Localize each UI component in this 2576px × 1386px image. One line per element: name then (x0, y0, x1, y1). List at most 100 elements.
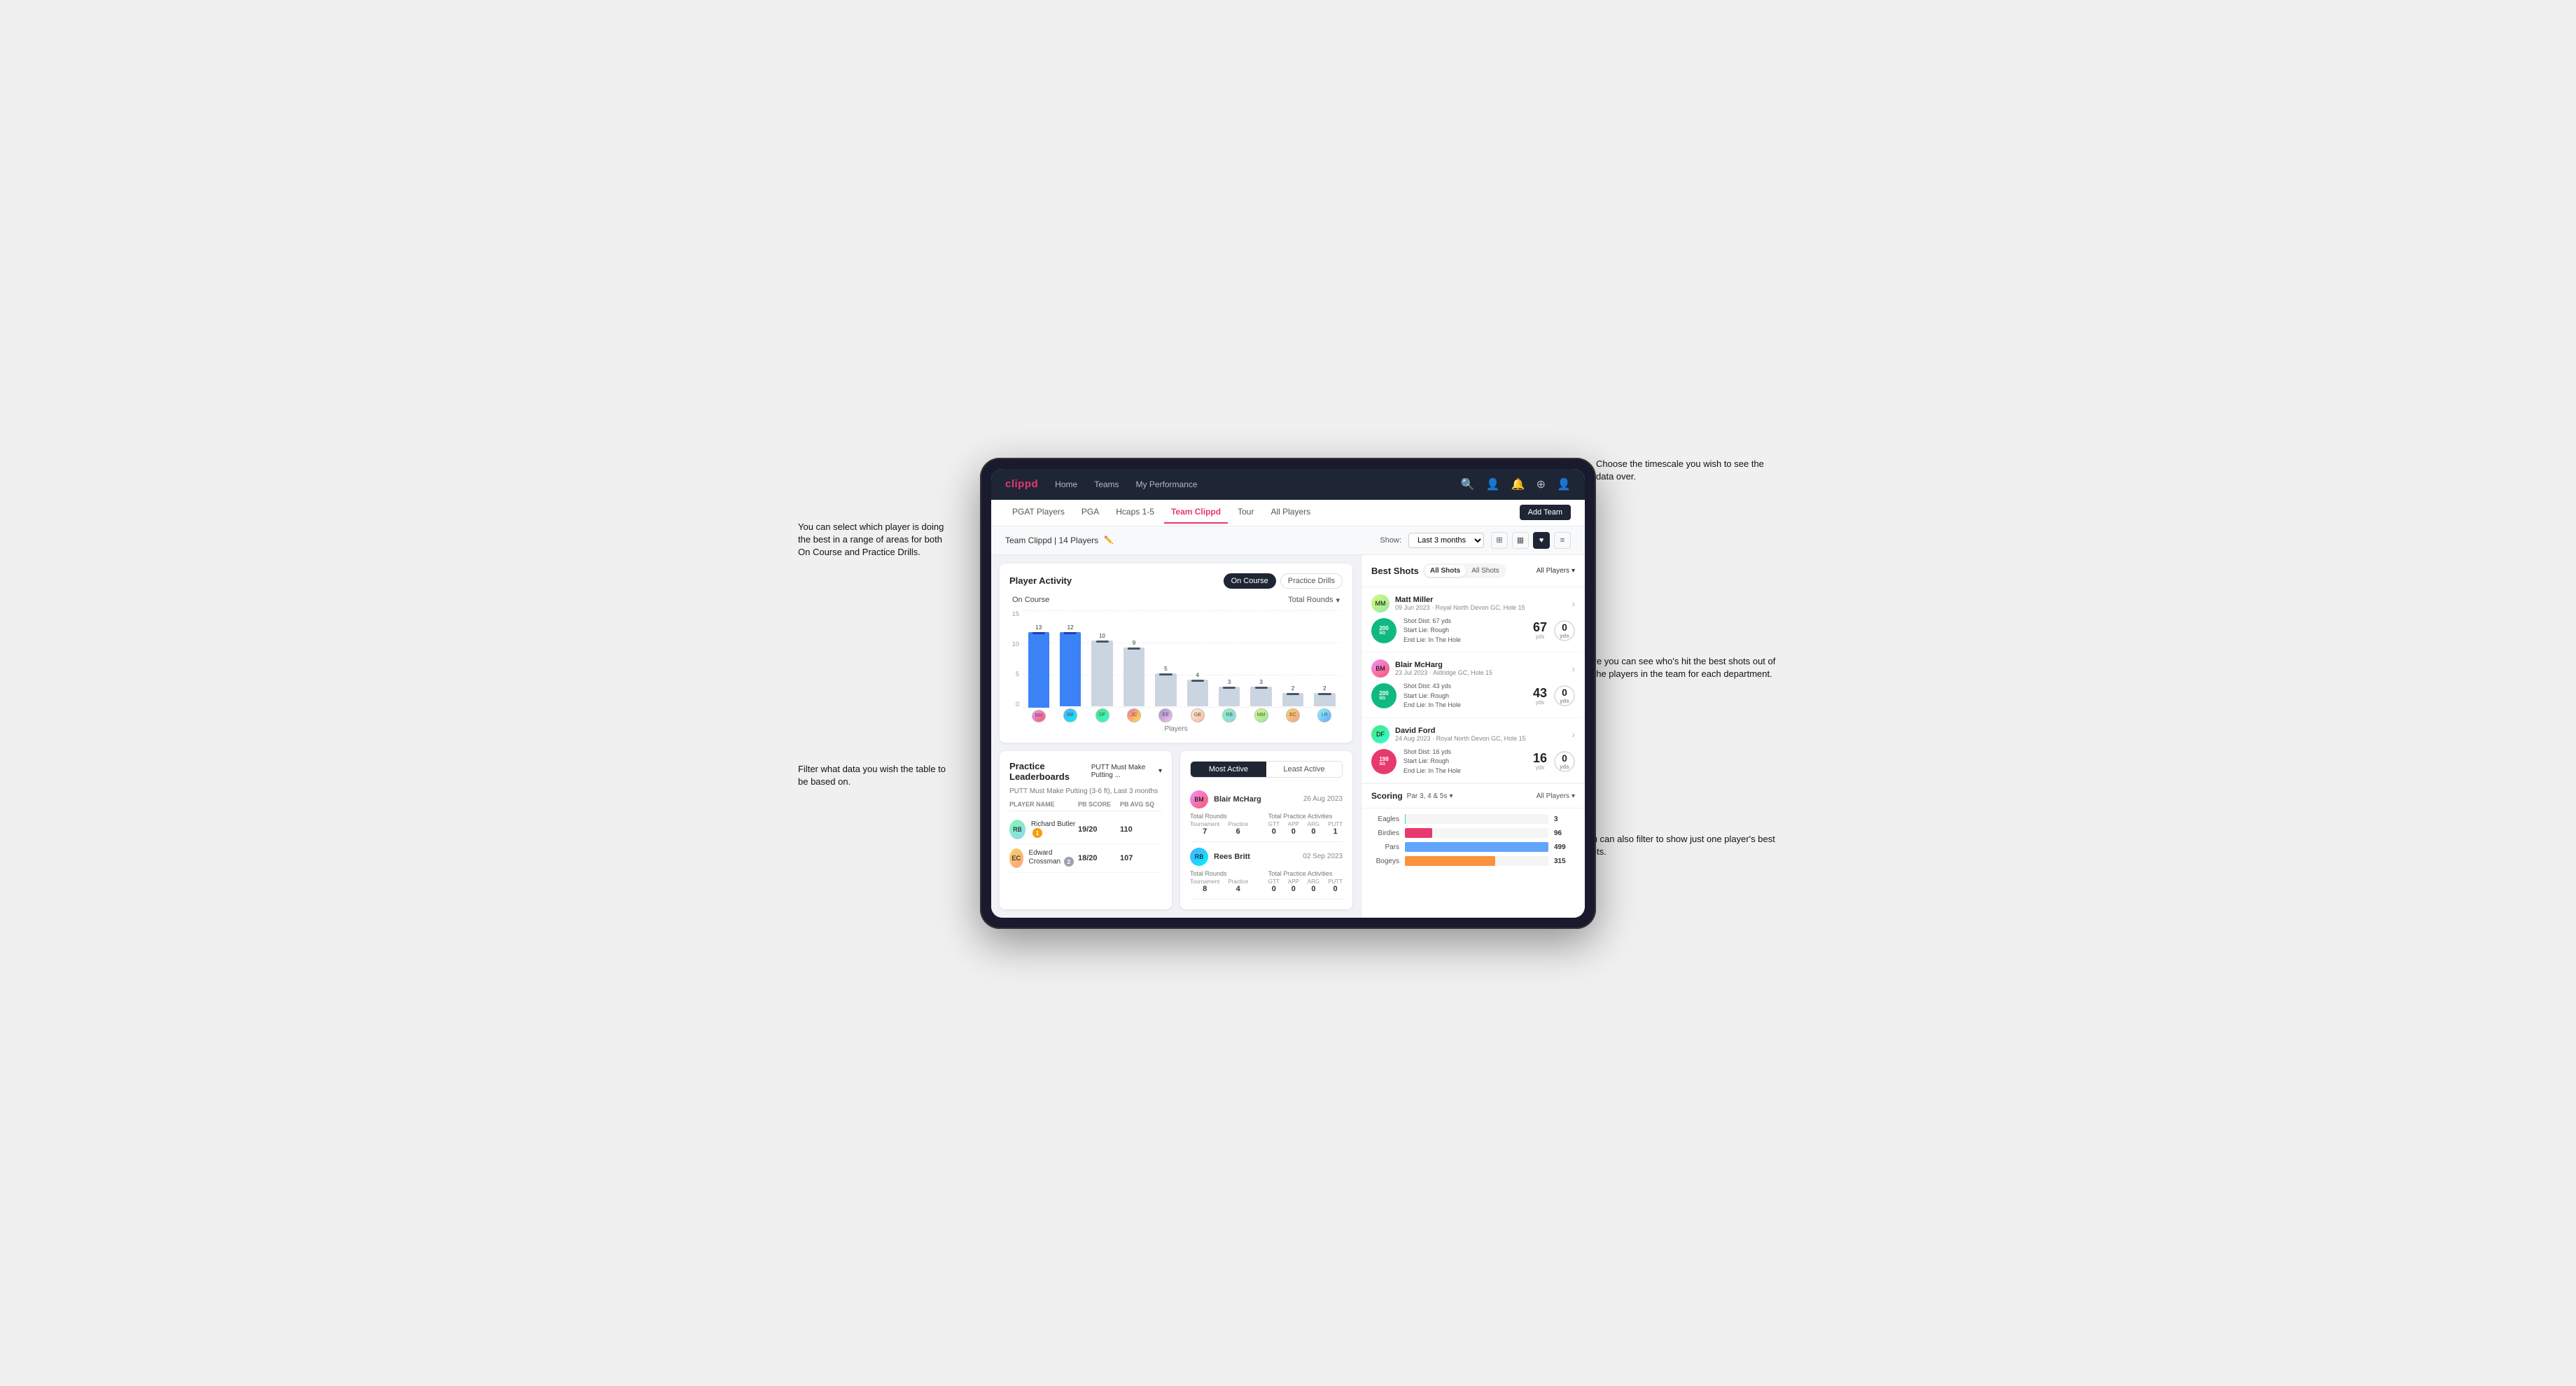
tab-most-active[interactable]: Most Active (1191, 762, 1266, 777)
lb-name-2: Edward Crossman 2 (1029, 849, 1078, 867)
search-icon[interactable]: 🔍 (1461, 477, 1475, 491)
bar-avatar-8: MM (1254, 708, 1268, 722)
chart-filter-dropdown[interactable]: Total Rounds ▾ (1288, 596, 1340, 605)
account-icon[interactable]: 👤 (1557, 477, 1571, 491)
bar-9 (1282, 693, 1303, 706)
nav-my-performance[interactable]: My Performance (1136, 477, 1198, 492)
ma-name-1: Blair McHarg (1214, 795, 1261, 804)
bar-avatar-6: GB (1191, 708, 1205, 722)
chart-x-label: Players (1012, 725, 1340, 733)
bar-avatar-7: RB (1222, 708, 1236, 722)
scoring-birdies-label: Birdies (1371, 830, 1399, 837)
activity-toggle-group: On Course Practice Drills (1224, 573, 1343, 589)
bar-group-7: 3 RB (1214, 624, 1244, 722)
ma-avatar-1: BM (1190, 790, 1208, 808)
shot-player-name-2: Blair McHarg (1395, 661, 1492, 669)
player-activity-title: Player Activity (1009, 575, 1072, 586)
scoring-bogeys-val: 315 (1554, 858, 1575, 865)
shot-desc-1: Shot Dist: 67 ydsStart Lie: RoughEnd Lie… (1404, 617, 1526, 645)
tab-least-active[interactable]: Least Active (1266, 762, 1342, 777)
view-list-icon[interactable]: ≡ (1554, 532, 1571, 549)
bar-group-9: 2 EC (1278, 624, 1308, 722)
ma-date-2: 02 Sep 2023 (1303, 853, 1343, 860)
nav-teams[interactable]: Teams (1094, 477, 1119, 492)
scoring-chart: Eagles 3 Birdies 96 (1362, 808, 1585, 918)
bar-6 (1187, 680, 1208, 706)
scoring-eagles-label: Eagles (1371, 816, 1399, 823)
all-shots-btn2[interactable]: All Shots (1466, 565, 1504, 577)
all-players-filter[interactable]: All Players ▾ (1536, 567, 1575, 575)
lb-col-player: Player Name (1009, 801, 1078, 808)
scoring-bar-pars (1405, 842, 1548, 852)
bar-avatar-5: EE (1158, 708, 1172, 722)
bar-avatar-9: EC (1286, 708, 1300, 722)
bar-avatar-2: BB (1063, 708, 1077, 722)
add-team-button[interactable]: Add Team (1520, 505, 1571, 520)
leaderboard-filter[interactable]: PUTT Must Make Putting ... ▾ (1091, 764, 1162, 779)
sub-nav-team-clippd[interactable]: Team Clippd (1164, 501, 1228, 524)
shot-card-2[interactable]: BM Blair McHarg 23 Jul 2023 · Aldridge G… (1362, 652, 1585, 718)
bar-5 (1155, 673, 1176, 706)
shot-player-name-1: Matt Miller (1395, 596, 1525, 604)
user-icon[interactable]: 👤 (1486, 477, 1500, 491)
lb-avg-1: 110 (1120, 825, 1162, 834)
add-icon[interactable]: ⊕ (1536, 477, 1546, 491)
lb-row-1: RB Richard Butler 1 19/20 110 (1009, 816, 1162, 844)
lb-badge-1: 1 (1032, 828, 1042, 838)
scoring-header: Scoring Par 3, 4 & 5s ▾ All Players ▾ (1362, 783, 1585, 808)
scoring-eagles-val: 3 (1554, 816, 1575, 823)
sub-nav-tour[interactable]: Tour (1231, 501, 1261, 524)
leaderboard-subtitle: PUTT Must Make Putting (3-6 ft), Last 3 … (1009, 788, 1162, 795)
ma-app-2: 0 (1288, 885, 1299, 893)
chart-section: On Course Total Rounds ▾ 15 10 (1009, 596, 1343, 733)
shot-avatar-3: DF (1371, 725, 1390, 743)
sub-nav-pgat[interactable]: PGAT Players (1005, 501, 1072, 524)
bar-group-5: 5 EE (1151, 624, 1181, 722)
scoring-row-bogeys: Bogeys 315 (1371, 856, 1575, 866)
bell-icon[interactable]: 🔔 (1511, 477, 1525, 491)
ma-label-rounds-1: Total Rounds (1190, 813, 1263, 820)
on-course-tab[interactable]: On Course (1224, 573, 1276, 589)
bar-1 (1028, 632, 1049, 708)
shot-badge-2: 200 SG (1371, 683, 1396, 708)
bars-area: 13 BM 12 (1023, 610, 1340, 722)
ma-arg-1: 0 (1308, 827, 1320, 836)
shot-carry-box-3: 0 yds (1554, 751, 1575, 772)
chevron-right-icon-3: › (1572, 729, 1575, 740)
bar-4 (1124, 648, 1144, 706)
shot-avatar-1: MM (1371, 594, 1390, 612)
ma-name-2: Rees Britt (1214, 853, 1250, 861)
edit-icon[interactable]: ✏️ (1104, 536, 1114, 545)
leaderboard-title: Practice Leaderboards (1009, 761, 1086, 782)
sub-nav-hcaps[interactable]: Hcaps 1-5 (1109, 501, 1161, 524)
scoring-row-birdies: Birdies 96 (1371, 828, 1575, 838)
bar-8 (1250, 687, 1271, 706)
shot-card-1[interactable]: MM Matt Miller 09 Jun 2023 · Royal North… (1362, 587, 1585, 653)
practice-drills-tab[interactable]: Practice Drills (1280, 573, 1343, 589)
shot-card-3[interactable]: DF David Ford 24 Aug 2023 · Royal North … (1362, 718, 1585, 784)
view-heart-icon[interactable]: ♥ (1533, 532, 1550, 549)
main-content: Player Activity On Course Practice Drill… (991, 555, 1585, 918)
show-dropdown[interactable]: Last 3 months Last 6 months Last year (1408, 533, 1484, 548)
view-grid4-icon[interactable]: ⊞ (1491, 532, 1508, 549)
team-title: Team Clippd | 14 Players (1005, 536, 1098, 545)
lb-score-1: 19/20 (1078, 825, 1120, 834)
all-shots-btn[interactable]: All Shots (1424, 565, 1466, 577)
tablet-screen: clippd Home Teams My Performance 🔍 👤 🔔 ⊕… (991, 469, 1585, 918)
shot-dist-box-2: 43 yds (1533, 687, 1547, 706)
bar-7 (1219, 687, 1240, 706)
bar-group-6: 4 GB (1182, 624, 1212, 722)
shots-toggle-group: All Shots All Shots (1423, 564, 1506, 578)
scoring-filter-1[interactable]: Par 3, 4 & 5s ▾ (1407, 792, 1453, 800)
shot-dist-box-1: 67 yds (1533, 621, 1547, 640)
bar-avatar-3: DF (1096, 708, 1110, 722)
sub-nav-pga[interactable]: PGA (1074, 501, 1106, 524)
nav-home[interactable]: Home (1055, 477, 1077, 492)
scoring-bar-bogeys (1405, 856, 1495, 866)
view-grid3-icon[interactable]: ▦ (1512, 532, 1529, 549)
scoring-filter-2[interactable]: All Players ▾ (1536, 792, 1575, 800)
sub-nav-all-players[interactable]: All Players (1264, 501, 1317, 524)
scoring-pars-label: Pars (1371, 844, 1399, 851)
bar-avatar-10: LR (1317, 708, 1331, 722)
bar-group-4: 9 JC (1119, 624, 1149, 722)
